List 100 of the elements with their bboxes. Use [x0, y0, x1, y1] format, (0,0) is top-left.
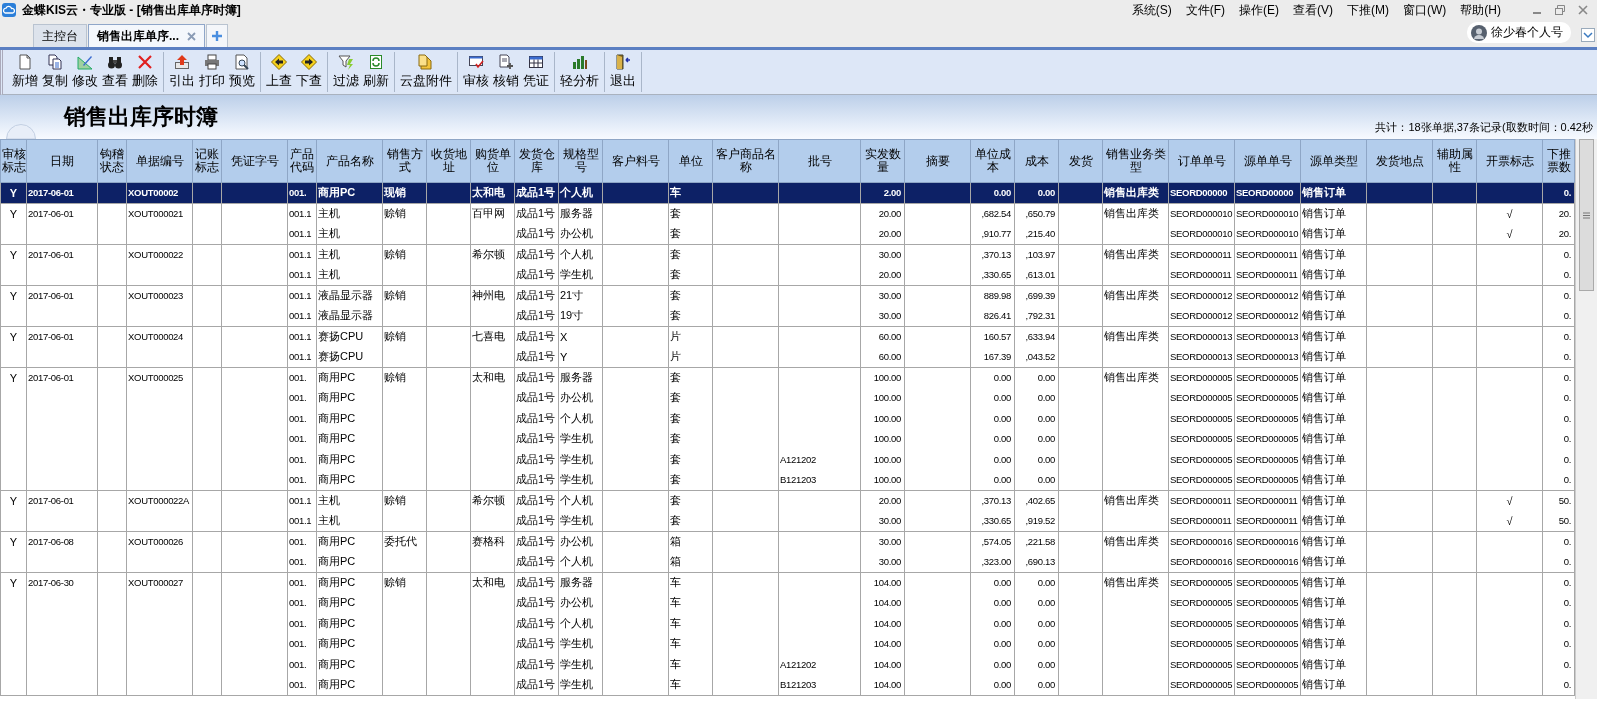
- restore-icon[interactable]: [1554, 4, 1566, 16]
- toolbar-button[interactable]: 删除: [130, 54, 160, 90]
- toolbar-button[interactable]: 云盘附件: [398, 54, 454, 90]
- table-row[interactable]: 001. 商用PC 成品1号 学生机 套 A121202 100.00 0.00 0.00 SEORD000005 SEORD000005 销售订单 0.: [0, 449, 1575, 470]
- column-header[interactable]: 审核标志: [0, 139, 27, 183]
- table-row[interactable]: 001. 商用PC 成品1号 学生机 车 A121202 104.00 0.00 0.00 SEORD000005 SEORD000005 销售订单 0.: [0, 654, 1575, 675]
- column-header[interactable]: 开票标志: [1476, 139, 1543, 183]
- table-row[interactable]: 001. 商用PC 成品1号 办公机 车 104.00 0.00 0.00 SEORD000005 SEORD000005 销售订单 0.: [0, 592, 1575, 613]
- column-header[interactable]: 源单类型: [1300, 139, 1367, 183]
- table-cell: 成品1号: [516, 186, 556, 199]
- table-row[interactable]: 001. 商用PC 成品1号 个人机 车 104.00 0.00 0.00 SEORD000005 SEORD000005 销售订单 0.: [0, 613, 1575, 634]
- table-row[interactable]: Y 2017-06-01 XOUT000021 001.1 主机 赊销 百甲网 成品1号 服务器 套 20.00 ,682.54 ,650.79 销售出库类 SEORD000010 SEORD000010 销售订单 √ 20.: [0, 203, 1575, 224]
- table-cell: 销售订单: [1302, 391, 1346, 404]
- table-row[interactable]: Y 2017-06-01 XOUT000025 001. 商用PC 赊销 太和电 成品1号 服务器 套 100.00 0.00 0.00 销售出库类 SEORD000005 SEORD000005 销售订单 0.: [0, 367, 1575, 388]
- column-header[interactable]: 发货地点: [1366, 139, 1433, 183]
- table-row[interactable]: 001.1 赛扬CPU 成品1号 Y 片 60.00 167.39 ,043.52 SEORD000013 SEORD000013 销售订单 0.: [0, 346, 1575, 367]
- table-row[interactable]: 001.1 液晶显示器 成品1号 19寸 套 30.00 826.41 ,792.31 SEORD000012 SEORD000012 销售订单 0.: [0, 305, 1575, 326]
- column-header[interactable]: 实发数量: [860, 139, 905, 183]
- tab[interactable]: 销售出库单序...: [88, 24, 205, 47]
- toolbar-button[interactable]: 新增: [10, 54, 40, 90]
- table-cell: 套: [670, 494, 681, 506]
- column-header[interactable]: 钩稽状态: [97, 139, 127, 183]
- toolbar-button[interactable]: 打印: [197, 54, 227, 90]
- table-cell: 19寸: [560, 309, 584, 321]
- table-row[interactable]: Y 2017-06-01 XOUT000022 001.1 主机 赊销 希尔顿 成品1号 个人机 套 30.00 ,370.13 ,103.97 销售出库类 SEORD000011 SEORD000011 销售订单 0.: [0, 244, 1575, 265]
- chevron-down-icon[interactable]: [1581, 28, 1595, 42]
- toolbar-button[interactable]: 审核: [461, 54, 491, 90]
- column-header[interactable]: 销售业务类型: [1102, 139, 1169, 183]
- column-header[interactable]: 客户料号: [602, 139, 669, 183]
- column-header[interactable]: 辅助属性: [1432, 139, 1477, 183]
- table-cell: SEORD000005: [1170, 412, 1233, 424]
- table-row[interactable]: 001. 商用PC 成品1号 个人机 箱 30.00 ,323.00 ,690.13 SEORD000016 SEORD000016 销售订单 0.: [0, 551, 1575, 572]
- table-row[interactable]: Y 2017-06-01 XOUT000023 001.1 液晶显示器 赊销 神州电 成品1号 21寸 套 30.00 889.98 ,699.39 销售出库类 SEORD000012 SEORD000012 销售订单 0.: [0, 285, 1575, 306]
- column-header[interactable]: 收货地址: [426, 139, 471, 183]
- column-header[interactable]: 产品代码: [287, 139, 317, 183]
- column-header[interactable]: 产品名称: [316, 139, 383, 183]
- menu-item[interactable]: 窗口(W): [1403, 1, 1447, 19]
- folder-icon: [418, 54, 434, 70]
- menu-item[interactable]: 下推(M): [1347, 1, 1389, 19]
- close-icon[interactable]: [187, 31, 196, 41]
- toolbar-button[interactable]: 下查: [294, 54, 324, 90]
- column-header[interactable]: 批号: [778, 139, 861, 183]
- column-header[interactable]: 成本: [1014, 139, 1059, 183]
- column-header[interactable]: 单位成本: [970, 139, 1015, 183]
- column-header[interactable]: 发货仓库: [514, 139, 559, 183]
- tab[interactable]: 主控台: [33, 24, 87, 47]
- table-row[interactable]: Y 2017-06-01 XOUT00002 001. 商用PC 现销 太和电 成品1号 个人机 车 2.00 0.00 0.00 销售出库类 SEORD00000 SEORD00000 销售订单 0.: [0, 182, 1575, 203]
- column-header[interactable]: 客户商品名称: [712, 139, 779, 183]
- table-cell: 0.00: [1037, 597, 1055, 609]
- toolbar-button[interactable]: 上查: [264, 54, 294, 90]
- table-row[interactable]: 001. 商用PC 成品1号 学生机 套 100.00 0.00 0.00 SEORD000005 SEORD000005 销售订单 0.: [0, 428, 1575, 449]
- toolbar-button[interactable]: 刷新: [361, 54, 391, 90]
- column-header[interactable]: 记账标志: [192, 139, 222, 183]
- menu-item[interactable]: 文件(F): [1185, 1, 1225, 19]
- table-cell: Y: [9, 207, 18, 220]
- toolbar-button[interactable]: 引出: [167, 54, 197, 90]
- table-row[interactable]: Y 2017-06-01 XOUT000022A 001.1 主机 赊销 希尔顿 成品1号 个人机 套 20.00 ,370.13 ,402.65 销售出库类 SEORD000011 SEORD000011 销售订单 √ 50.: [0, 490, 1575, 511]
- scrollbar[interactable]: [1575, 139, 1597, 699]
- toolbar-button[interactable]: 凭证: [521, 54, 551, 90]
- table-row[interactable]: Y 2017-06-08 XOUT000026 001. 商用PC 委托代 赛格科 成品1号 办公机 箱 30.00 ,574.05 ,221.58 销售出库类 SEORD000016 SEORD000016 销售订单 0.: [0, 531, 1575, 552]
- table-row[interactable]: Y 2017-06-01 XOUT000024 001.1 赛扬CPU 赊销 七喜电 成品1号 X 片 60.00 160.57 ,633.94 销售出库类 SEORD000013 SEORD000013 销售订单 0.: [0, 326, 1575, 347]
- menu-item[interactable]: 查看(V): [1293, 1, 1333, 19]
- toolbar-button[interactable]: 轻分析: [558, 54, 601, 90]
- table-row[interactable]: 001. 商用PC 成品1号 学生机 套 B121203 100.00 0.00 0.00 SEORD000005 SEORD000005 销售订单 0.: [0, 469, 1575, 490]
- column-header[interactable]: 摘要: [904, 139, 971, 183]
- column-header[interactable]: 规格型号: [558, 139, 603, 183]
- toolbar-button[interactable]: 退出: [608, 54, 638, 90]
- table-row[interactable]: 001. 商用PC 成品1号 学生机 车 104.00 0.00 0.00 SEORD000005 SEORD000005 销售订单 0.: [0, 633, 1575, 654]
- table-row[interactable]: 001.1 主机 成品1号 办公机 套 20.00 ,910.77 ,215.40 SEORD000010 SEORD000010 销售订单 √ 20.: [0, 223, 1575, 244]
- column-header[interactable]: 销售方式: [382, 139, 427, 183]
- column-header[interactable]: 发货: [1058, 139, 1103, 183]
- menu-item[interactable]: 帮助(H): [1460, 1, 1501, 19]
- table-row[interactable]: 001.1 主机 成品1号 学生机 套 20.00 ,330.65 ,613.01 SEORD000011 SEORD000011 销售订单 0.: [0, 264, 1575, 285]
- new-tab-button[interactable]: [206, 24, 228, 47]
- toolbar-button[interactable]: 核销: [491, 54, 521, 90]
- toolbar-button[interactable]: 复制: [40, 54, 70, 90]
- column-header[interactable]: 单位: [668, 139, 713, 183]
- column-header[interactable]: 购货单位: [470, 139, 515, 183]
- toolbar-button[interactable]: 过滤: [331, 54, 361, 90]
- column-header[interactable]: 凭证字号: [221, 139, 288, 183]
- toolbar-button[interactable]: 预览: [227, 54, 257, 90]
- column-header[interactable]: 下推票数: [1542, 139, 1575, 183]
- table-row[interactable]: 001. 商用PC 成品1号 学生机 车 B121203 104.00 0.00 0.00 SEORD000005 SEORD000005 销售订单 0.: [0, 674, 1575, 695]
- table-row[interactable]: 001.1 主机 成品1号 学生机 套 30.00 ,330.65 ,919.52 SEORD000011 SEORD000011 销售订单 √ 50.: [0, 510, 1575, 531]
- right-arrow-icon: [301, 54, 317, 70]
- column-header[interactable]: 源单单号: [1234, 139, 1301, 183]
- column-header[interactable]: 订单单号: [1168, 139, 1235, 183]
- toolbar-button[interactable]: 查看: [100, 54, 130, 90]
- user-badge[interactable]: 徐少春个人号: [1467, 22, 1571, 43]
- column-header[interactable]: 单据编号: [126, 139, 193, 183]
- table-row[interactable]: 001. 商用PC 成品1号 个人机 套 100.00 0.00 0.00 SEORD000005 SEORD000005 销售订单 0.: [0, 408, 1575, 429]
- table-row[interactable]: Y 2017-06-30 XOUT000027 001. 商用PC 赊销 太和电 成品1号 服务器 车 104.00 0.00 0.00 销售出库类 SEORD000005 SEORD000005 销售订单 0.: [0, 572, 1575, 593]
- menu-item[interactable]: 系统(S): [1131, 1, 1172, 19]
- column-header[interactable]: 日期: [26, 139, 98, 183]
- table-cell: SEORD000005: [1236, 412, 1299, 424]
- close-icon[interactable]: [1577, 4, 1589, 16]
- table-row[interactable]: 001. 商用PC 成品1号 办公机 套 100.00 0.00 0.00 SEORD000005 SEORD000005 销售订单 0.: [0, 387, 1575, 408]
- menu-item[interactable]: 操作(E): [1239, 1, 1279, 19]
- table-cell: SEORD000005: [1236, 638, 1299, 650]
- toolbar-button[interactable]: 修改: [70, 54, 100, 90]
